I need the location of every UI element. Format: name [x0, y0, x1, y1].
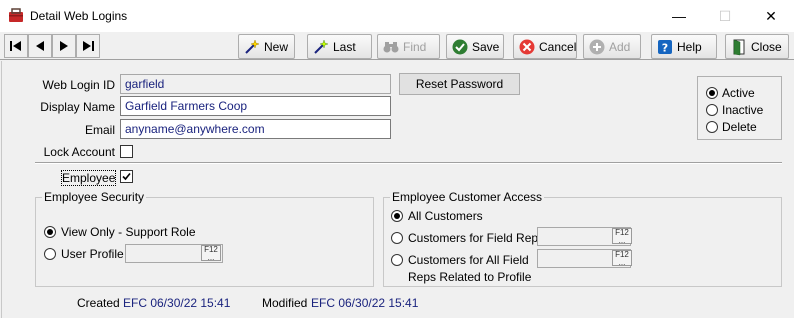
display-name-field[interactable]: Garfield Farmers Coop [120, 96, 391, 116]
close-button[interactable]: Close [725, 34, 789, 59]
title-bar: Detail Web Logins — ☐ ✕ [0, 0, 794, 32]
toolbar: New Last Find Save Cancel Add ? Help Clo… [0, 32, 794, 60]
check-circle-icon [451, 38, 469, 56]
employee-security-group: Employee Security View Only - Support Ro… [35, 190, 374, 287]
user-profile-label: User Profile [61, 247, 124, 261]
all-field-reps-label-line2: Reps Related to Profile [408, 270, 532, 284]
first-record-icon [10, 41, 21, 51]
checkmark-icon [122, 172, 131, 181]
find-button: Find [377, 34, 440, 59]
help-label: Help [677, 39, 702, 54]
svg-text:?: ? [662, 41, 668, 54]
f12-dots-label: ... [618, 258, 626, 267]
employee-checkbox[interactable] [120, 170, 133, 183]
lock-account-label: Lock Account [43, 145, 115, 159]
view-only-label: View Only - Support Role [61, 225, 196, 239]
web-login-id-field[interactable]: garfield [120, 74, 391, 94]
view-only-radio[interactable] [44, 226, 56, 238]
web-login-id-label: Web Login ID [42, 78, 116, 92]
email-label: Email [84, 123, 115, 137]
cancel-label: Cancel [539, 39, 577, 54]
last-record-nav-button[interactable] [76, 34, 100, 58]
modified-value: EFC 06/30/22 15:41 [311, 296, 419, 310]
field-rep-lookup-button[interactable]: F12 ... [612, 228, 632, 245]
last-button[interactable]: Last [307, 34, 372, 59]
help-icon: ? [656, 38, 674, 56]
display-name-label: Display Name [40, 100, 115, 114]
all-field-reps-radio[interactable] [391, 254, 403, 266]
form-content: Web Login ID garfield Display Name Garfi… [1, 61, 793, 318]
created-label: Created [77, 296, 120, 310]
binoculars-icon [382, 38, 400, 56]
previous-record-button[interactable] [28, 34, 52, 58]
lock-account-checkbox[interactable] [120, 145, 133, 158]
close-door-icon [730, 38, 748, 56]
cancel-x-icon [518, 38, 536, 56]
cancel-button[interactable]: Cancel [513, 34, 577, 59]
last-label: Last [333, 39, 356, 54]
customer-access-group: Employee Customer Access All Customers C… [383, 190, 782, 287]
close-label: Close [751, 39, 782, 54]
close-window-button[interactable]: ✕ [748, 0, 794, 32]
all-field-reps-lookup-button[interactable]: F12 ... [612, 250, 632, 267]
app-icon [8, 8, 24, 23]
f12-dots-label: ... [207, 253, 215, 262]
email-field[interactable]: anyname@anywhere.com [120, 119, 391, 139]
maximize-button: ☐ [718, 7, 732, 24]
add-button: Add [583, 34, 641, 59]
field-rep-radio[interactable] [391, 232, 403, 244]
reset-password-button[interactable]: Reset Password [399, 73, 520, 95]
save-label: Save [472, 39, 500, 54]
add-label: Add [609, 39, 631, 54]
all-customers-radio[interactable] [391, 210, 403, 222]
employee-label: Employee [60, 170, 117, 186]
save-button[interactable]: Save [446, 34, 504, 59]
minimize-button[interactable]: — [656, 0, 702, 32]
section-divider [35, 162, 782, 164]
modified-label: Modified [262, 296, 308, 310]
status-inactive-radio[interactable] [706, 104, 718, 116]
status-delete-label: Delete [722, 120, 757, 134]
last-record-icon [83, 41, 94, 51]
new-button[interactable]: New [238, 34, 295, 59]
find-label: Find [403, 39, 427, 54]
status-active-label: Active [722, 86, 755, 100]
field-rep-label: Customers for Field Rep [408, 231, 539, 245]
help-button[interactable]: ? Help [651, 34, 717, 59]
new-label: New [264, 39, 289, 54]
next-record-icon [60, 41, 68, 51]
created-value: EFC 06/30/22 15:41 [123, 296, 231, 310]
customer-access-title: Employee Customer Access [390, 190, 545, 204]
next-record-button[interactable] [52, 34, 76, 58]
all-customers-label: All Customers [408, 209, 483, 223]
status-delete-radio[interactable] [706, 121, 718, 133]
window-title: Detail Web Logins [30, 9, 128, 23]
add-plus-icon [588, 38, 606, 56]
new-wand-icon [243, 38, 261, 56]
last-wand-icon [312, 38, 330, 56]
status-inactive-label: Inactive [722, 103, 764, 117]
user-profile-radio[interactable] [44, 248, 56, 260]
first-record-button[interactable] [4, 34, 28, 58]
status-active-radio[interactable] [706, 87, 718, 99]
employee-security-title: Employee Security [42, 190, 147, 204]
user-profile-lookup-button[interactable]: F12 ... [201, 245, 221, 262]
status-group: Active Inactive Delete [697, 76, 782, 140]
f12-dots-label: ... [618, 236, 626, 245]
all-field-reps-label: Customers for All Field [408, 253, 529, 267]
previous-record-icon [36, 41, 44, 51]
